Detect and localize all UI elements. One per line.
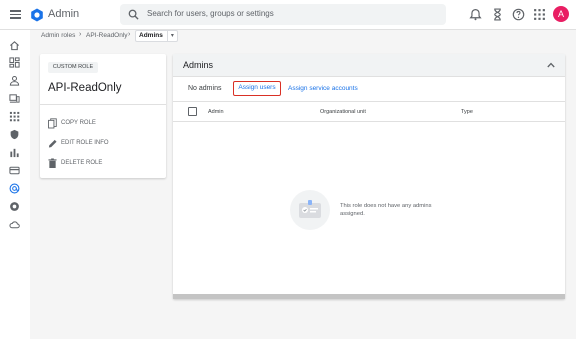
edit-icon — [48, 139, 57, 148]
assign-service-accounts-button[interactable]: Assign service accounts — [288, 85, 358, 92]
no-admins-label: No admins — [188, 85, 222, 92]
search-icon — [128, 9, 139, 20]
users-icon[interactable] — [9, 75, 20, 86]
apps-grid-icon[interactable] — [533, 8, 546, 21]
admin-logo-icon[interactable] — [30, 8, 44, 22]
admins-title: Admins — [183, 60, 214, 70]
column-organizational-unit[interactable]: Organizational unit — [320, 109, 366, 115]
caret-down-icon: ▾ — [166, 31, 174, 41]
storage-cloud-icon[interactable] — [9, 219, 20, 230]
reports-icon[interactable] — [9, 147, 20, 158]
divider — [40, 104, 166, 105]
delete-icon — [48, 158, 57, 168]
avatar[interactable]: A — [553, 6, 569, 22]
account-icon[interactable] — [9, 183, 20, 194]
role-name: API-ReadOnly — [48, 82, 122, 94]
table-header: Admin Organizational unit Type — [173, 102, 565, 122]
rules-icon[interactable] — [9, 201, 20, 212]
breadcrumb-admin-roles[interactable]: Admin roles — [41, 32, 75, 39]
breadcrumb-current-dropdown[interactable]: Admins ▾ — [135, 30, 178, 42]
notifications-icon[interactable] — [469, 8, 482, 21]
security-icon[interactable] — [9, 129, 20, 140]
column-admin[interactable]: Admin — [208, 109, 224, 115]
column-type[interactable]: Type — [461, 109, 473, 115]
breadcrumb-current-label: Admins — [139, 32, 163, 39]
left-rail — [0, 30, 30, 339]
search-input[interactable]: Search for users, groups or settings — [120, 4, 446, 25]
chevron-right-icon: › — [79, 31, 82, 38]
empty-state-message: This role does not have any admins assig… — [340, 203, 432, 217]
delete-role-label: DELETE ROLE — [61, 160, 103, 166]
main-menu-icon[interactable] — [9, 8, 23, 22]
admins-panel-header[interactable]: Admins — [173, 54, 565, 77]
chevron-up-icon[interactable] — [547, 62, 555, 68]
copy-role-label: COPY ROLE — [61, 120, 96, 126]
search-placeholder: Search for users, groups or settings — [147, 9, 274, 18]
custom-role-chip: CUSTOM ROLE — [48, 62, 98, 73]
devices-icon[interactable] — [9, 93, 20, 104]
horizontal-scrollbar[interactable] — [173, 294, 565, 299]
select-all-checkbox[interactable] — [188, 107, 197, 116]
dashboard-icon[interactable] — [9, 57, 20, 68]
help-icon[interactable] — [512, 8, 525, 21]
app-title[interactable]: Admin — [48, 8, 79, 20]
edit-role-info-label: EDIT ROLE INFO — [61, 140, 109, 146]
home-icon[interactable] — [9, 40, 20, 51]
role-card: CUSTOM ROLE API-ReadOnly COPY ROLE EDIT … — [40, 54, 166, 178]
copy-role-button[interactable]: COPY ROLE — [48, 118, 128, 130]
delete-role-button[interactable]: DELETE ROLE — [48, 158, 128, 170]
top-bar: Admin Search for users, groups or settin… — [0, 0, 576, 30]
apps-icon[interactable] — [9, 111, 20, 122]
assign-users-button[interactable]: Assign users — [233, 81, 281, 96]
admins-panel: Admins No admins Assign users Assign ser… — [173, 54, 565, 299]
billing-icon[interactable] — [9, 165, 20, 176]
chevron-right-icon: › — [128, 31, 131, 38]
copy-icon — [48, 118, 57, 129]
breadcrumb: Admin roles › API-ReadOnly › Admins ▾ — [30, 30, 576, 44]
breadcrumb-role[interactable]: API-ReadOnly — [86, 32, 128, 39]
hourglass-icon[interactable] — [491, 8, 504, 21]
edit-role-info-button[interactable]: EDIT ROLE INFO — [48, 138, 138, 150]
empty-admin-card-icon — [290, 190, 330, 230]
